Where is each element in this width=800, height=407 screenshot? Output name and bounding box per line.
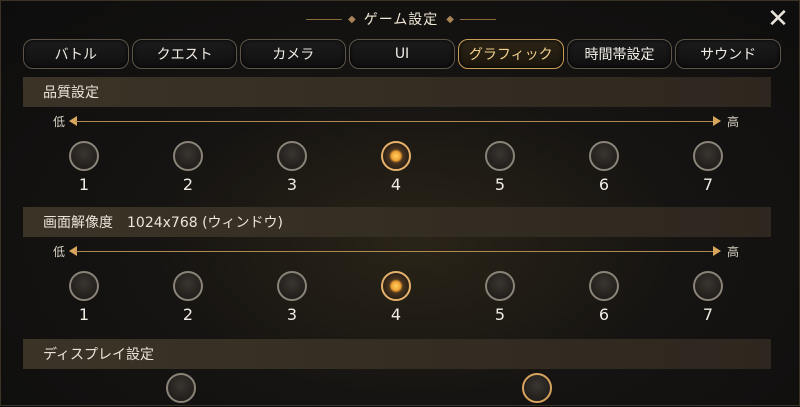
- quality-option-5[interactable]: 5: [480, 141, 520, 194]
- option-number: 3: [286, 305, 298, 324]
- tab-quest[interactable]: クエスト: [131, 39, 238, 69]
- option-number: 7: [702, 175, 714, 194]
- radio-button-selected[interactable]: [381, 271, 411, 301]
- quality-section-header: 品質設定: [23, 77, 771, 107]
- radio-button-selected[interactable]: [381, 141, 411, 171]
- radio-button[interactable]: [693, 271, 723, 301]
- radio-button[interactable]: [173, 271, 203, 301]
- option-number: 1: [78, 305, 90, 324]
- display-toggle-knob[interactable]: [166, 373, 196, 403]
- radio-button[interactable]: [589, 271, 619, 301]
- tab-ui[interactable]: UI: [349, 39, 455, 69]
- resolution-options: 1 2 3 4 5 6 7: [23, 271, 771, 331]
- resolution-option-3[interactable]: 3: [272, 271, 312, 324]
- resolution-section-title: 画面解像度 1024x768 (ウィンドウ): [43, 215, 284, 231]
- graphics-settings-panel: 品質設定 低 高 1 2 3 4 5 6 7 画面解像度 1024x768 (ウ…: [23, 75, 781, 407]
- display-section-header: ディスプレイ設定: [23, 339, 771, 369]
- radio-button[interactable]: [589, 141, 619, 171]
- option-number: 2: [182, 175, 194, 194]
- quality-option-6[interactable]: 6: [584, 141, 624, 194]
- resolution-section-header: 画面解像度 1024x768 (ウィンドウ): [23, 207, 771, 237]
- title-right-line: [460, 18, 496, 20]
- quality-options: 1 2 3 4 5 6 7: [23, 141, 771, 201]
- title-left-diamond-icon: ◆: [348, 13, 356, 25]
- resolution-high-label: 高: [727, 245, 740, 259]
- display-section-title: ディスプレイ設定: [43, 347, 155, 363]
- option-number: 6: [598, 305, 610, 324]
- option-number: 5: [494, 305, 506, 324]
- option-number: 1: [78, 175, 90, 194]
- close-icon: ✕: [767, 4, 789, 34]
- radio-button[interactable]: [485, 141, 515, 171]
- title-left-line: [306, 18, 342, 20]
- option-number: 5: [494, 175, 506, 194]
- resolution-option-2[interactable]: 2: [168, 271, 208, 324]
- option-number: 3: [286, 175, 298, 194]
- quality-option-1[interactable]: 1: [64, 141, 104, 194]
- quality-option-4[interactable]: 4: [376, 141, 416, 194]
- title-right-diamond-icon: ◆: [446, 13, 454, 25]
- quality-option-2[interactable]: 2: [168, 141, 208, 194]
- radio-button[interactable]: [693, 141, 723, 171]
- resolution-option-5[interactable]: 5: [480, 271, 520, 324]
- settings-tabs: バトル クエスト カメラ UI グラフィック 時間帯設定 サウンド: [23, 39, 782, 69]
- quality-option-3[interactable]: 3: [272, 141, 312, 194]
- radio-button[interactable]: [69, 141, 99, 171]
- display-toggle-knob[interactable]: [522, 373, 552, 403]
- option-number: 7: [702, 305, 714, 324]
- tab-graphics[interactable]: グラフィック: [457, 39, 564, 69]
- radio-button[interactable]: [485, 271, 515, 301]
- resolution-low-label: 低: [53, 245, 66, 259]
- radio-button[interactable]: [173, 141, 203, 171]
- resolution-scale: 低 高: [23, 241, 771, 261]
- option-number: 4: [390, 305, 402, 324]
- resolution-scale-line: [75, 251, 715, 252]
- radio-button[interactable]: [277, 141, 307, 171]
- quality-option-7[interactable]: 7: [688, 141, 728, 194]
- tab-sound[interactable]: サウンド: [675, 39, 782, 69]
- quality-scale: 低 高: [23, 111, 771, 131]
- radio-button[interactable]: [277, 271, 307, 301]
- resolution-option-1[interactable]: 1: [64, 271, 104, 324]
- option-number: 2: [182, 305, 194, 324]
- quality-scale-line: [75, 121, 715, 122]
- radio-button[interactable]: [69, 271, 99, 301]
- quality-arrow-right-icon: [713, 116, 721, 126]
- resolution-option-4[interactable]: 4: [376, 271, 416, 324]
- window-title: ゲーム設定: [363, 12, 439, 28]
- option-number: 4: [390, 175, 402, 194]
- tab-battle[interactable]: バトル: [23, 39, 129, 69]
- title-bar: ◆ ゲーム設定 ◆: [1, 1, 800, 37]
- tab-time-of-day[interactable]: 時間帯設定: [566, 39, 673, 69]
- game-settings-window: ◆ ゲーム設定 ◆ ✕ バトル クエスト カメラ UI グラフィック 時間帯設定…: [0, 0, 800, 406]
- quality-low-label: 低: [53, 115, 66, 129]
- tab-camera[interactable]: カメラ: [240, 39, 347, 69]
- resolution-arrow-right-icon: [713, 246, 721, 256]
- resolution-option-7[interactable]: 7: [688, 271, 728, 324]
- option-number: 6: [598, 175, 610, 194]
- quality-section-title: 品質設定: [43, 85, 99, 101]
- quality-high-label: 高: [727, 115, 740, 129]
- resolution-option-6[interactable]: 6: [584, 271, 624, 324]
- close-button[interactable]: ✕: [765, 4, 791, 34]
